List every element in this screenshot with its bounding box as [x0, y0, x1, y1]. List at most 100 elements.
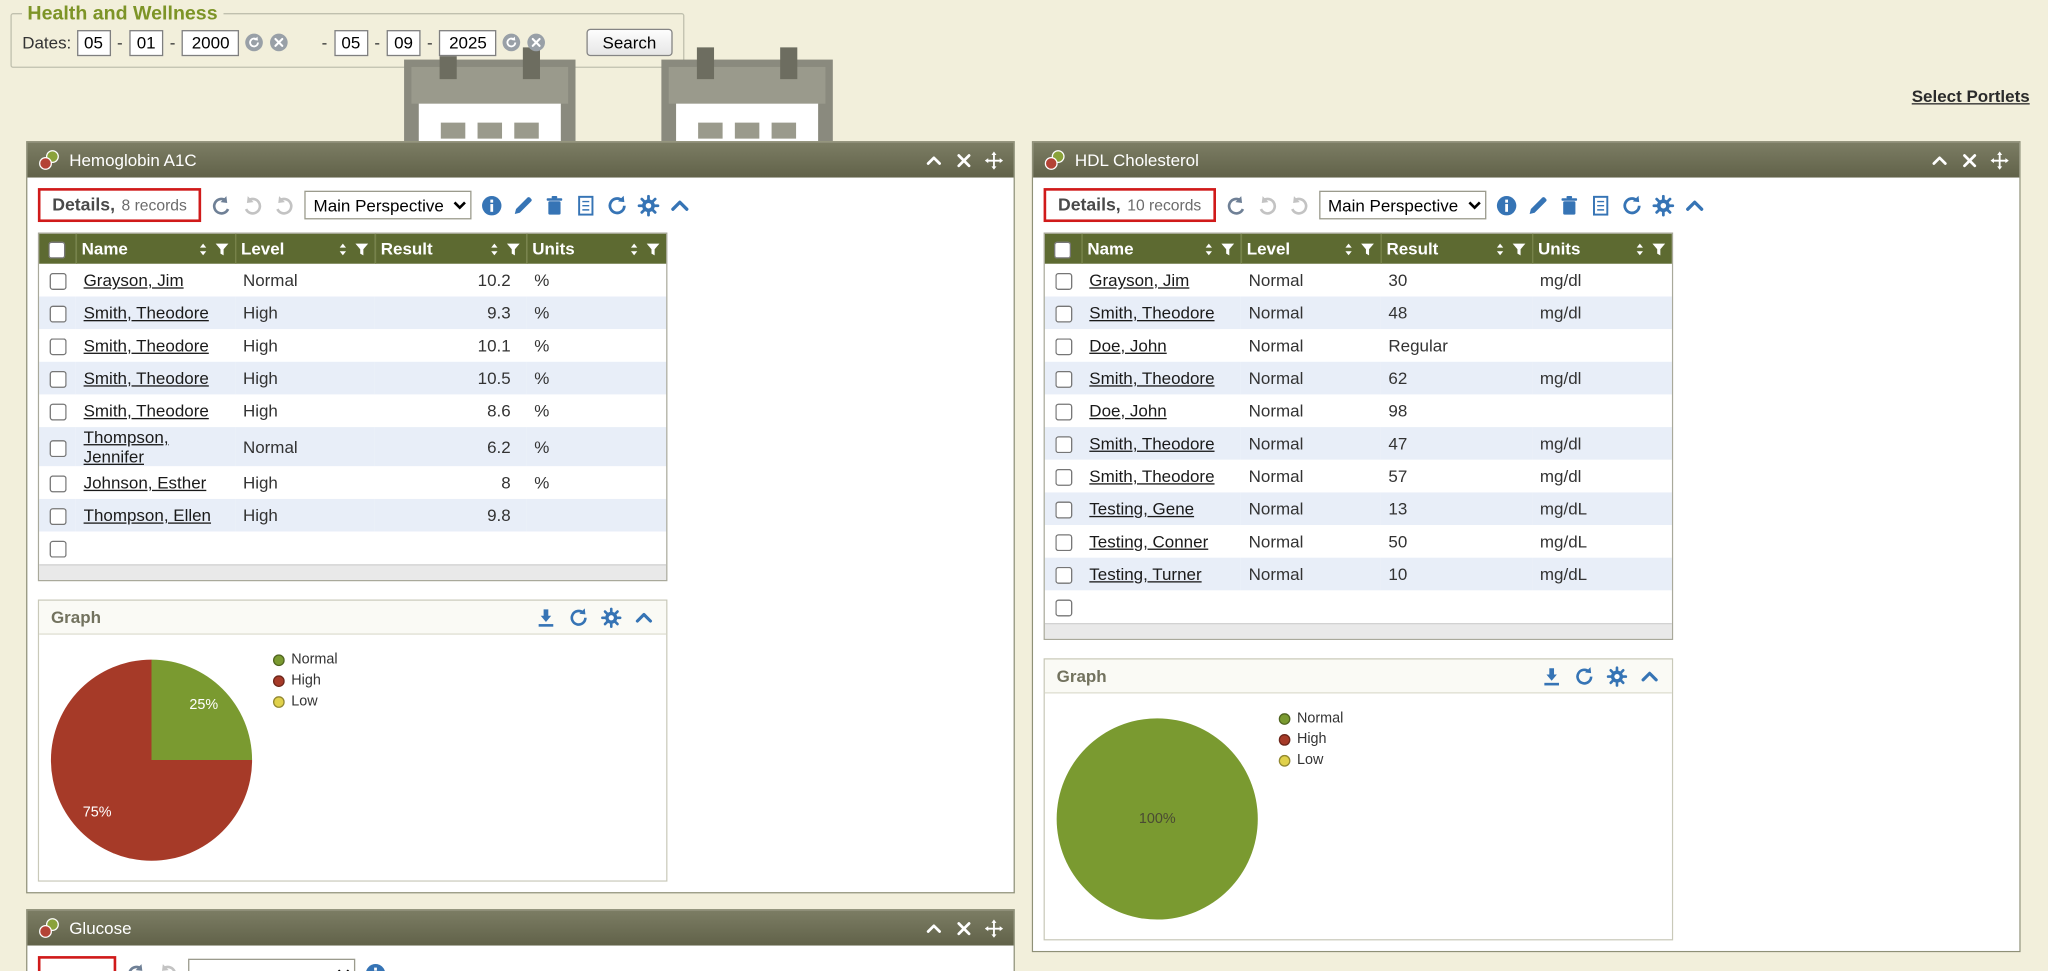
- collapse-portlet-icon[interactable]: [1930, 151, 1948, 169]
- row-checkbox[interactable]: [1055, 371, 1072, 388]
- to-month-input[interactable]: [334, 29, 368, 55]
- collapse-section-icon[interactable]: [1683, 194, 1705, 216]
- undo-icon[interactable]: [1225, 194, 1247, 216]
- reset-from-date-icon[interactable]: [245, 33, 265, 53]
- sort-icon[interactable]: [335, 241, 349, 257]
- filter-funnel-icon[interactable]: [645, 241, 661, 257]
- row-checkbox[interactable]: [49, 541, 66, 558]
- settings-gear-icon[interactable]: [1607, 665, 1628, 686]
- patient-name-link[interactable]: Grayson, Jim: [1089, 270, 1189, 290]
- edit-icon[interactable]: [1527, 194, 1549, 216]
- patient-name-link[interactable]: Testing, Conner: [1089, 532, 1208, 552]
- sort-icon[interactable]: [487, 241, 501, 257]
- row-checkbox[interactable]: [1055, 338, 1072, 355]
- filter-funnel-icon[interactable]: [353, 241, 369, 257]
- patient-name-link[interactable]: Smith, Theodore: [84, 303, 209, 323]
- row-checkbox[interactable]: [1055, 600, 1072, 617]
- filter-funnel-icon[interactable]: [505, 241, 521, 257]
- from-calendar-icon[interactable]: [294, 32, 315, 53]
- info-icon[interactable]: [1495, 194, 1517, 216]
- filter-funnel-icon[interactable]: [1651, 241, 1667, 257]
- row-checkbox[interactable]: [49, 440, 66, 457]
- settings-gear-icon[interactable]: [637, 194, 659, 216]
- sort-icon[interactable]: [1633, 241, 1647, 257]
- repeat-icon[interactable]: [1287, 194, 1309, 216]
- row-checkbox[interactable]: [1055, 534, 1072, 551]
- row-checkbox[interactable]: [49, 404, 66, 421]
- redo-icon[interactable]: [1256, 194, 1278, 216]
- refresh-icon[interactable]: [1574, 665, 1595, 686]
- sort-icon[interactable]: [1201, 241, 1215, 257]
- row-checkbox[interactable]: [1055, 273, 1072, 290]
- from-day-input[interactable]: [129, 29, 163, 55]
- reset-to-date-icon[interactable]: [502, 33, 522, 53]
- redo-icon[interactable]: [157, 962, 179, 971]
- row-checkbox[interactable]: [49, 273, 66, 290]
- to-calendar-icon[interactable]: [552, 32, 573, 53]
- patient-name-link[interactable]: Smith, Theodore: [1089, 434, 1214, 454]
- patient-name-link[interactable]: Smith, Theodore: [1089, 303, 1214, 323]
- patient-name-link[interactable]: Thompson, Ellen: [84, 505, 211, 525]
- clear-to-date-icon[interactable]: [527, 33, 547, 53]
- row-checkbox[interactable]: [1055, 502, 1072, 519]
- row-checkbox[interactable]: [49, 338, 66, 355]
- close-portlet-icon[interactable]: [955, 919, 973, 937]
- row-checkbox[interactable]: [49, 475, 66, 492]
- sort-icon[interactable]: [1341, 241, 1355, 257]
- collapse-section-icon[interactable]: [633, 607, 654, 628]
- row-checkbox[interactable]: [1055, 469, 1072, 486]
- settings-gear-icon[interactable]: [1652, 194, 1674, 216]
- patient-name-link[interactable]: Grayson, Jim: [84, 270, 184, 290]
- filter-funnel-icon[interactable]: [1511, 241, 1527, 257]
- sort-icon[interactable]: [1492, 241, 1506, 257]
- undo-icon[interactable]: [210, 194, 232, 216]
- patient-name-link[interactable]: Smith, Theodore: [84, 336, 209, 356]
- perspective-select[interactable]: Main Perspective: [304, 191, 471, 220]
- move-portlet-icon[interactable]: [985, 151, 1003, 169]
- move-portlet-icon[interactable]: [985, 919, 1003, 937]
- patient-name-link[interactable]: Smith, Theodore: [1089, 466, 1214, 486]
- patient-name-link[interactable]: Thompson, Jennifer: [84, 427, 169, 466]
- row-checkbox[interactable]: [1055, 404, 1072, 421]
- filter-funnel-icon[interactable]: [1359, 241, 1375, 257]
- repeat-icon[interactable]: [273, 194, 295, 216]
- info-icon[interactable]: [481, 194, 503, 216]
- from-month-input[interactable]: [77, 29, 111, 55]
- close-portlet-icon[interactable]: [1960, 151, 1978, 169]
- download-icon[interactable]: [536, 607, 557, 628]
- to-year-input[interactable]: [439, 29, 496, 55]
- clear-from-date-icon[interactable]: [269, 33, 289, 53]
- refresh-icon[interactable]: [1621, 194, 1643, 216]
- row-checkbox[interactable]: [49, 508, 66, 525]
- collapse-portlet-icon[interactable]: [925, 919, 943, 937]
- select-portlets-link[interactable]: Select Portlets: [1912, 86, 2030, 106]
- download-icon[interactable]: [1541, 665, 1562, 686]
- settings-gear-icon[interactable]: [601, 607, 622, 628]
- collapse-section-icon[interactable]: [1639, 665, 1660, 686]
- refresh-icon[interactable]: [606, 194, 628, 216]
- row-checkbox[interactable]: [49, 306, 66, 323]
- row-checkbox[interactable]: [1055, 306, 1072, 323]
- move-portlet-icon[interactable]: [1991, 151, 2009, 169]
- new-record-icon[interactable]: [1589, 194, 1611, 216]
- patient-name-link[interactable]: Testing, Turner: [1089, 564, 1201, 584]
- undo-icon[interactable]: [125, 962, 147, 971]
- select-all-checkbox[interactable]: [1054, 242, 1071, 259]
- redo-icon[interactable]: [242, 194, 264, 216]
- patient-name-link[interactable]: Smith, Theodore: [84, 368, 209, 388]
- perspective-select[interactable]: [188, 959, 355, 971]
- patient-name-link[interactable]: Doe, John: [1089, 336, 1166, 356]
- row-checkbox[interactable]: [1055, 567, 1072, 584]
- delete-icon[interactable]: [1558, 194, 1580, 216]
- edit-icon[interactable]: [512, 194, 534, 216]
- filter-funnel-icon[interactable]: [1219, 241, 1235, 257]
- patient-name-link[interactable]: Testing, Gene: [1089, 499, 1194, 519]
- row-checkbox[interactable]: [1055, 436, 1072, 453]
- patient-name-link[interactable]: Johnson, Esther: [84, 473, 207, 493]
- delete-icon[interactable]: [543, 194, 565, 216]
- row-checkbox[interactable]: [49, 371, 66, 388]
- sort-icon[interactable]: [627, 241, 641, 257]
- sort-icon[interactable]: [195, 241, 209, 257]
- patient-name-link[interactable]: Smith, Theodore: [1089, 368, 1214, 388]
- new-record-icon[interactable]: [575, 194, 597, 216]
